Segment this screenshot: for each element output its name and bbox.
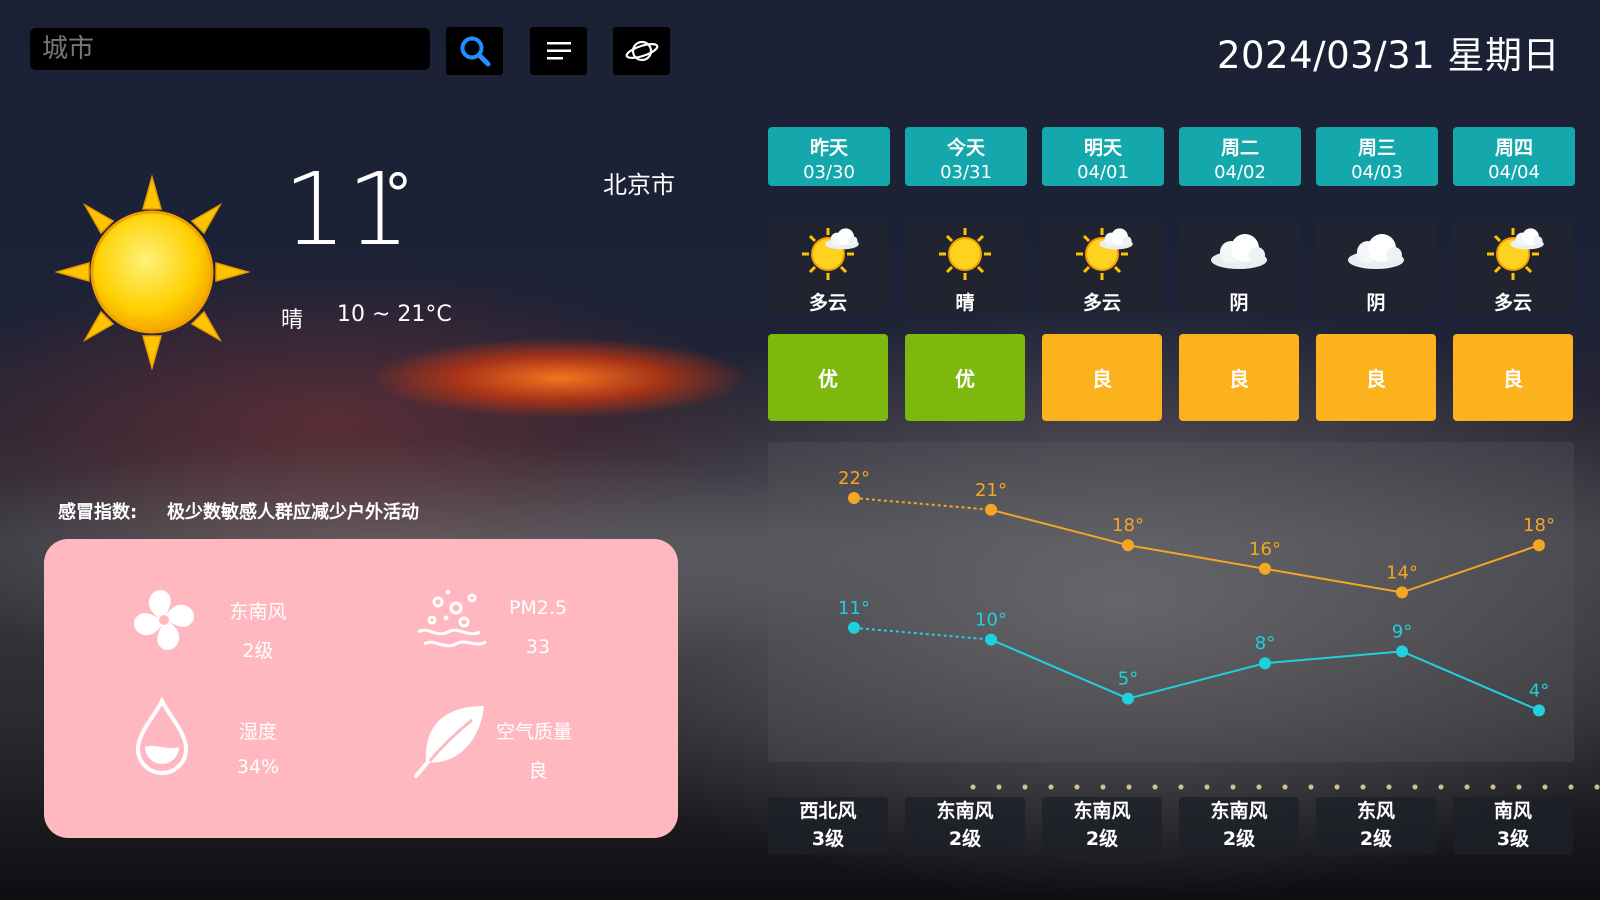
low-temp-label: 10° <box>975 610 1007 631</box>
low-temp-point <box>985 633 997 646</box>
low-temp-point <box>848 621 860 634</box>
low-temp-label: 4° <box>1529 680 1549 701</box>
high-temp-label: 18° <box>1112 515 1144 536</box>
low-temp-point <box>1122 692 1134 705</box>
high-temp-label: 14° <box>1386 562 1418 583</box>
temperature-chart: 22° 21° 18° 16° 14° 18° 11° 10° 5° 8° 9° 4° <box>838 468 1555 717</box>
high-temp-point <box>1259 562 1271 575</box>
high-temp-label: 22° <box>838 468 870 489</box>
low-temp-line-past <box>853 626 992 641</box>
low-temp-label: 9° <box>1392 621 1412 642</box>
high-temp-point <box>1533 539 1545 552</box>
high-temp-label: 21° <box>975 480 1007 501</box>
high-temp-line-past <box>853 497 992 511</box>
high-temp-point <box>848 492 860 504</box>
high-temp-point <box>985 503 997 516</box>
low-temp-point <box>1396 645 1408 658</box>
low-temp-label: 5° <box>1118 669 1138 690</box>
low-temp-point <box>1259 657 1271 670</box>
high-temp-point <box>1122 539 1134 552</box>
low-temp-point <box>1533 704 1545 717</box>
high-temp-point <box>1396 586 1408 599</box>
low-temp-label: 11° <box>838 598 870 619</box>
low-temp-label: 8° <box>1255 633 1275 654</box>
high-temp-label: 16° <box>1249 539 1281 560</box>
high-temp-label: 18° <box>1523 515 1555 536</box>
